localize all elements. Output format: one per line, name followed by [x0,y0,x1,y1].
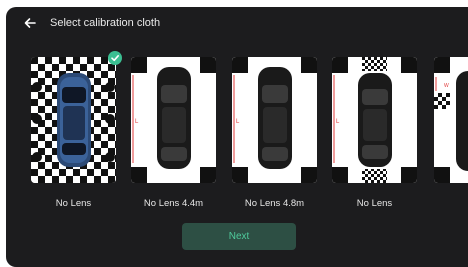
next-button[interactable]: Next [182,223,296,250]
page-title: Select calibration cloth [50,17,161,29]
cloth-label-3: No Lens 4.8m [244,198,305,209]
cloth-preview-5: W [434,57,468,183]
app-screen: Select calibration cloth No Lens L No Le… [6,7,468,267]
selected-check-icon [108,51,122,65]
cloth-preview-4: L [332,57,417,183]
cloth-label-1: No Lens [55,198,92,209]
cloth-preview-3: L W [232,57,317,183]
cloth-label-4: No Lens [356,198,393,209]
calibration-cloth-list: No Lens L W [6,51,468,209]
back-button[interactable] [22,15,38,31]
svg-text:W: W [444,83,449,89]
arrow-left-icon [24,18,36,28]
cloth-preview-1 [31,57,116,183]
cloth-label-2: No Lens 4.4m [143,198,204,209]
header: Select calibration cloth [6,7,468,41]
cloth-preview-2: L W [131,57,216,183]
